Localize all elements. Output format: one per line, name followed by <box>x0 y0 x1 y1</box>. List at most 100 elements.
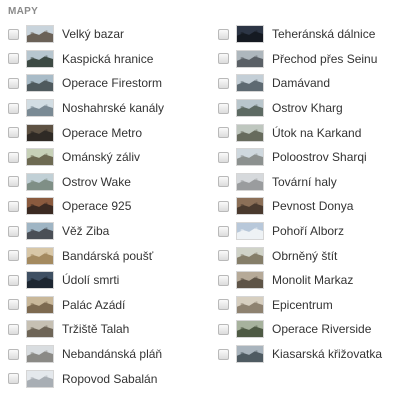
map-checkbox[interactable] <box>8 77 19 89</box>
map-option-row[interactable]: Tržiště Talah <box>8 317 164 342</box>
map-option-row[interactable]: Epicentrum <box>218 293 382 318</box>
map-checkbox[interactable] <box>218 299 229 311</box>
map-option-row[interactable]: Damávand <box>218 71 382 96</box>
map-checkbox[interactable] <box>218 200 229 212</box>
thumb-donya-icon <box>236 197 264 216</box>
map-option-row[interactable]: Bandárská poušť <box>8 243 164 268</box>
map-checkbox[interactable] <box>8 299 19 311</box>
thumb-alborz-icon <box>236 222 264 241</box>
map-option-row[interactable]: Teheránská dálnice <box>218 22 382 47</box>
thumb-oman-icon <box>26 148 54 167</box>
thumb-seine-icon <box>236 49 264 68</box>
map-option-row[interactable]: Ostrov Wake <box>8 170 164 195</box>
map-label: Ropovod Sabalán <box>62 371 158 386</box>
map-option-row[interactable]: Velký bazar <box>8 22 164 47</box>
map-checkbox[interactable] <box>218 250 229 262</box>
map-checkbox[interactable] <box>8 151 19 163</box>
map-checkbox[interactable] <box>8 200 19 212</box>
maps-column-left: Velký bazar Kaspická hranice Operace Fires… <box>8 22 164 391</box>
map-checkbox[interactable] <box>8 250 19 262</box>
thumb-karkand-icon <box>236 123 264 142</box>
map-option-row[interactable]: Přechod přes Seinu <box>218 47 382 72</box>
map-checkbox[interactable] <box>218 176 229 188</box>
map-checkbox[interactable] <box>218 53 229 65</box>
map-checkbox[interactable] <box>8 127 19 139</box>
map-label: Operace Firestorm <box>62 76 163 91</box>
thumb-kharg-icon <box>236 99 264 118</box>
map-checkbox[interactable] <box>8 225 19 237</box>
map-checkbox[interactable] <box>8 348 19 360</box>
map-checkbox[interactable] <box>8 323 19 335</box>
map-checkbox[interactable] <box>8 176 19 188</box>
map-checkbox[interactable] <box>8 102 19 114</box>
map-option-row[interactable]: Tovární haly <box>218 170 382 195</box>
thumb-riverside-icon <box>236 320 264 339</box>
map-option-row[interactable]: Operace Metro <box>8 120 164 145</box>
map-label: Tovární haly <box>272 174 337 189</box>
map-option-row[interactable]: Operace Firestorm <box>8 71 164 96</box>
map-option-row[interactable]: Poloostrov Sharqi <box>218 145 382 170</box>
map-label: Nebandánská pláň <box>62 347 163 362</box>
thumb-nebandan-icon <box>26 345 54 364</box>
thumb-epicenter-icon <box>236 295 264 314</box>
thumb-ziba-icon <box>26 222 54 241</box>
map-checkbox[interactable] <box>8 53 19 65</box>
map-option-row[interactable]: Monolit Markaz <box>218 268 382 293</box>
map-label: Damávand <box>272 76 331 91</box>
map-label: Operace Riverside <box>272 322 372 337</box>
map-label: Věž Ziba <box>62 224 110 239</box>
map-checkbox[interactable] <box>218 274 229 286</box>
thumb-azadi-icon <box>26 295 54 314</box>
map-option-row[interactable]: Pohoří Alborz <box>218 219 382 244</box>
map-checkbox[interactable] <box>218 151 229 163</box>
map-label: Tržiště Talah <box>62 322 130 337</box>
map-option-row[interactable]: Ostrov Kharg <box>218 96 382 121</box>
map-label: Údolí smrti <box>62 273 120 288</box>
map-checkbox[interactable] <box>218 225 229 237</box>
thumb-bazaar-icon <box>26 25 54 44</box>
map-checkbox[interactable] <box>218 28 229 40</box>
map-option-row[interactable]: Kiasarská křižovatka <box>218 342 382 367</box>
map-checkbox[interactable] <box>218 348 229 360</box>
map-label: Monolit Markaz <box>272 273 354 288</box>
map-option-row[interactable]: Ománský záliv <box>8 145 164 170</box>
map-label: Přechod přes Seinu <box>272 51 378 66</box>
map-label: Epicentrum <box>272 297 333 312</box>
map-option-row[interactable]: Nebandánská pláň <box>8 342 164 367</box>
thumb-firestorm-icon <box>26 74 54 93</box>
map-checkbox[interactable] <box>218 127 229 139</box>
map-checkbox[interactable] <box>8 373 19 385</box>
map-option-row[interactable]: Věž Ziba <box>8 219 164 244</box>
thumb-wake-icon <box>26 172 54 191</box>
map-label: Noshahrské kanály <box>62 101 165 116</box>
map-option-row[interactable]: Operace Riverside <box>218 317 382 342</box>
map-option-row[interactable]: Operace 925 <box>8 194 164 219</box>
map-checkbox[interactable] <box>8 274 19 286</box>
map-checkbox[interactable] <box>218 102 229 114</box>
maps-section-title: MAPY <box>8 6 39 17</box>
map-checkbox[interactable] <box>218 323 229 335</box>
map-label: Operace Metro <box>62 125 143 140</box>
thumb-talah-icon <box>26 320 54 339</box>
thumb-metro-icon <box>26 123 54 142</box>
map-option-row[interactable]: Údolí smrti <box>8 268 164 293</box>
map-label: Ostrov Wake <box>62 174 131 189</box>
thumb-factory-icon <box>236 172 264 191</box>
map-option-row[interactable]: Palác Azádí <box>8 293 164 318</box>
map-checkbox[interactable] <box>8 28 19 40</box>
thumb-sabalan-icon <box>26 369 54 388</box>
map-option-row[interactable]: Pevnost Donya <box>218 194 382 219</box>
map-option-row[interactable]: Kaspická hranice <box>8 47 164 72</box>
map-label: Velký bazar <box>62 27 125 42</box>
map-label: Obrněný štít <box>272 248 338 263</box>
map-label: Ománský záliv <box>62 150 141 165</box>
map-checkbox[interactable] <box>218 77 229 89</box>
map-label: Pevnost Donya <box>272 199 354 214</box>
map-label: Pohoří Alborz <box>272 224 345 239</box>
map-option-row[interactable]: Ropovod Sabalán <box>8 366 164 391</box>
thumb-armored-shield-icon <box>236 246 264 265</box>
thumb-sharqi-icon <box>236 148 264 167</box>
map-option-row[interactable]: Útok na Karkand <box>218 120 382 145</box>
map-option-row[interactable]: Noshahrské kanály <box>8 96 164 121</box>
map-option-row[interactable]: Obrněný štít <box>218 243 382 268</box>
